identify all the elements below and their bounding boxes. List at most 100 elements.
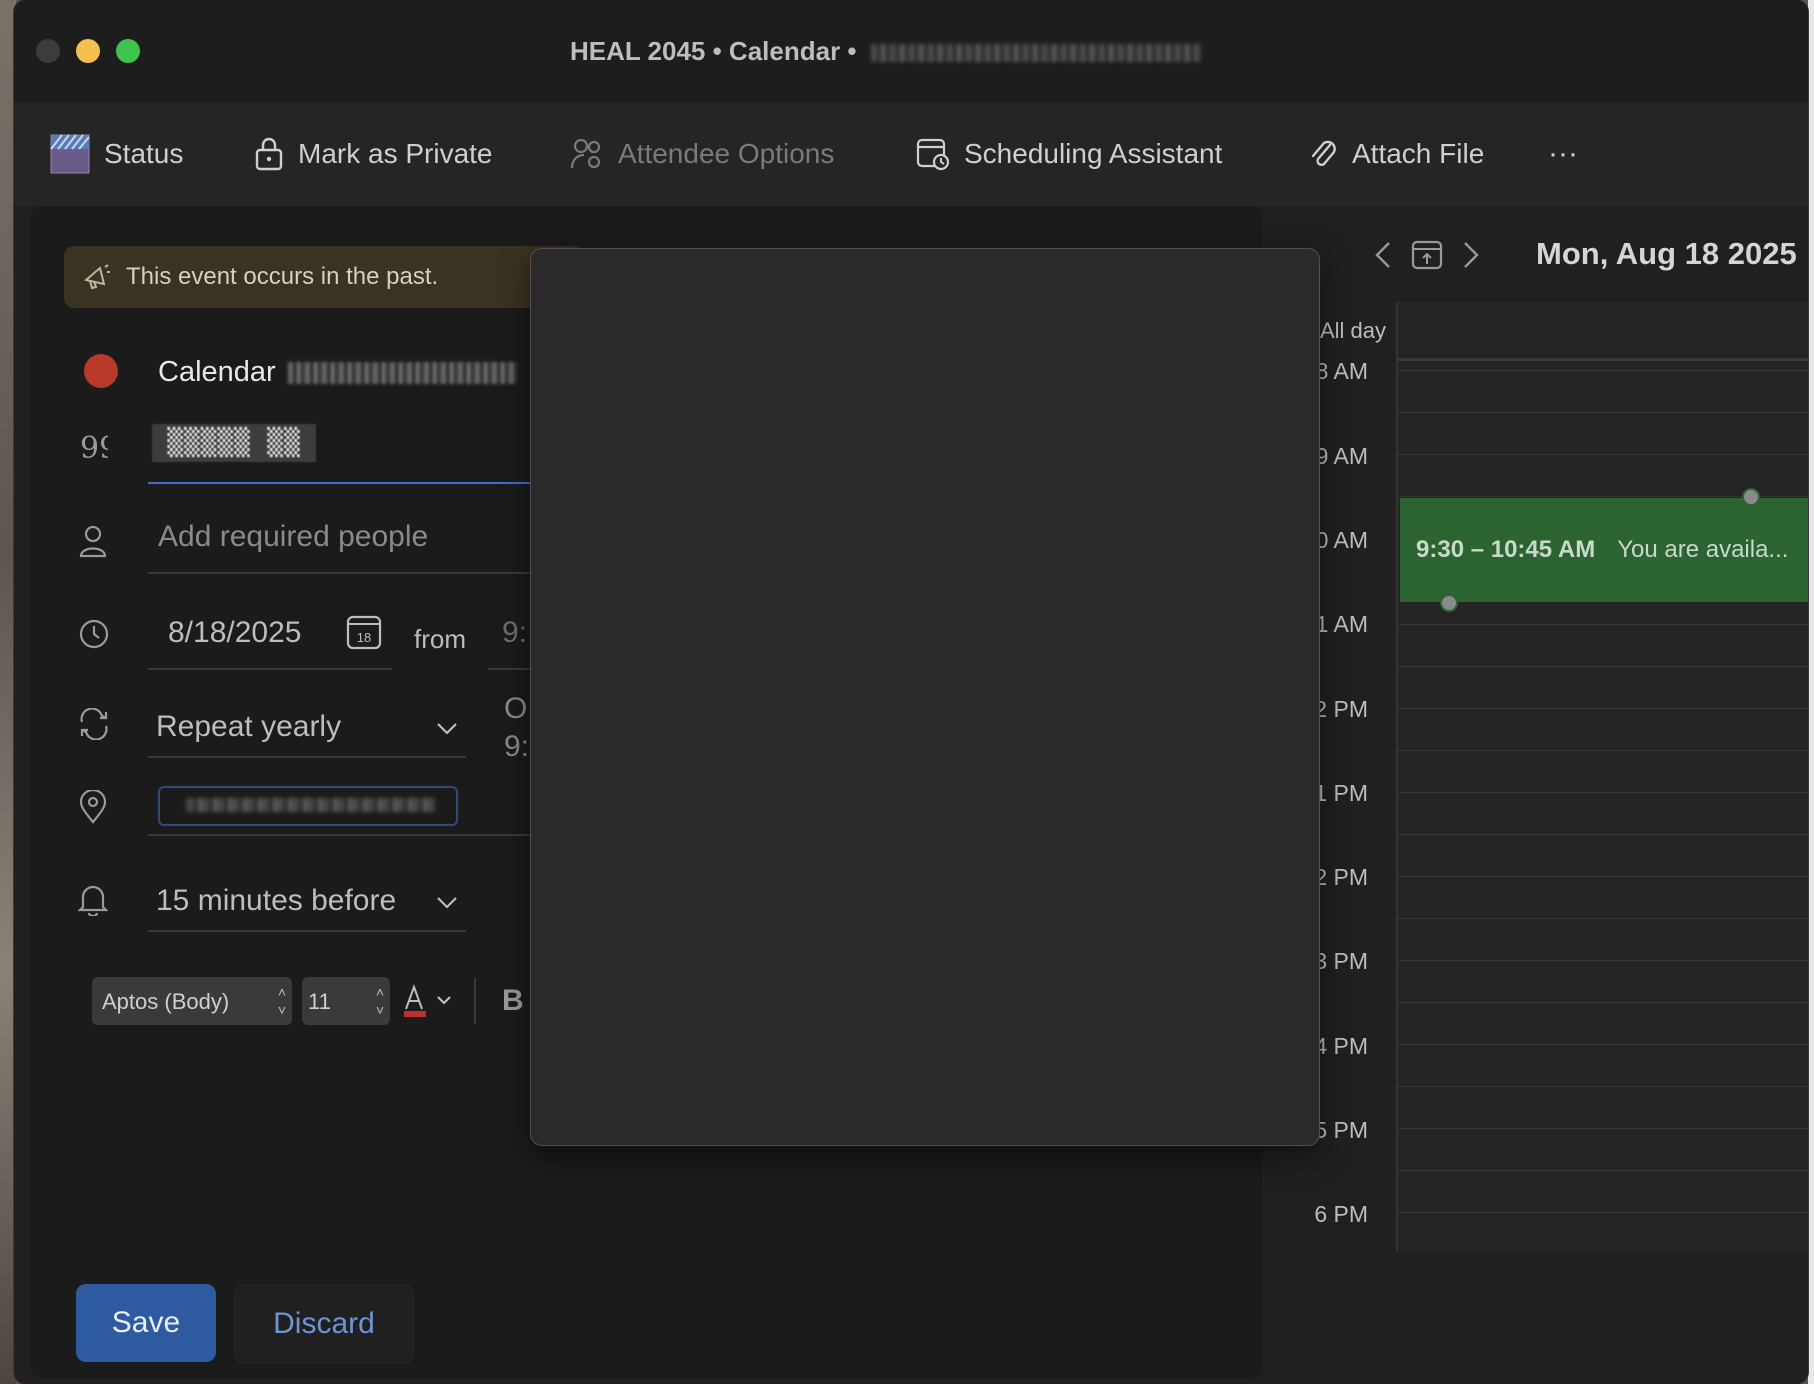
hour-line [1398, 1212, 1808, 1213]
attach-file-label: Attach File [1352, 138, 1485, 169]
title-bar: HEAL 2045 • Calendar • [14, 0, 1808, 102]
hour-line [1398, 1044, 1808, 1045]
hour-label: 9 AM [1315, 443, 1368, 469]
bell-icon [78, 885, 108, 916]
day-grid-divider [1396, 302, 1398, 1252]
hour-label: 4 PM [1314, 1033, 1368, 1059]
day-grid[interactable] [1396, 302, 1808, 1252]
event-title-input[interactable]: ▒▒▒▒▒ ▒▒ [148, 414, 568, 484]
clock-icon [79, 619, 109, 649]
attendee-settings-icon [570, 138, 601, 169]
more-options-label: ··· [1548, 137, 1578, 170]
event-resize-handle-bottom[interactable] [1440, 594, 1458, 612]
location-underline [148, 834, 568, 836]
location-input[interactable] [158, 786, 458, 826]
attendee-options-label: Attendee Options [618, 138, 835, 169]
event-block[interactable]: 9:30 – 10:45 AM You are availa... [1400, 498, 1808, 602]
more-options-button[interactable]: ··· [1548, 132, 1578, 176]
location-pin-icon [79, 790, 107, 824]
mark-private-button[interactable]: Mark as Private [254, 132, 493, 176]
maximize-window-button[interactable] [116, 39, 140, 63]
repeat-value: Repeat yearly [156, 710, 342, 743]
half-hour-line [1398, 1086, 1808, 1087]
event-label: You are availa... [1617, 536, 1789, 563]
calendar-label: Calendar [158, 356, 276, 388]
required-people-input[interactable]: Add required people [148, 512, 568, 574]
window-title: HEAL 2045 • Calendar • [570, 36, 1201, 67]
from-label: from [414, 624, 466, 654]
all-day-label: All day [1320, 318, 1387, 343]
chevron-down-icon [437, 897, 457, 909]
hour-label: 6 PM [1314, 1201, 1368, 1227]
format-toolbar: Aptos (Body) ˄ ˅ 11 ˄ ˅ B [92, 976, 524, 1026]
font-size-value: 11 [308, 989, 331, 1014]
attach-file-button[interactable]: Attach File [1308, 132, 1484, 176]
paperclip-icon [1311, 140, 1336, 167]
calendar-icon-day: 18 [357, 630, 371, 645]
hour-line [1398, 960, 1808, 961]
calendar-clock-icon [916, 138, 950, 171]
start-date-value: 8/18/2025 [168, 616, 302, 649]
toolbar: Status Mark as Private Attendee Options [14, 102, 1808, 206]
hour-label: 1 PM [1314, 780, 1368, 806]
format-divider [474, 978, 476, 1024]
start-date-input[interactable]: 8/18/2025 18 [148, 604, 392, 670]
event-time: 9:30 – 10:45 AM [1416, 536, 1596, 563]
hour-label: 2 PM [1314, 864, 1368, 890]
desktop-background-right [1808, 0, 1814, 1384]
hour-line [1398, 792, 1808, 793]
chevron-right-icon[interactable] [1460, 240, 1482, 270]
person-icon [79, 525, 107, 558]
repeat-dropdown[interactable]: Repeat yearly [148, 696, 466, 758]
repeat-summary: O 9: [504, 690, 529, 766]
hour-line [1398, 708, 1808, 709]
font-size-select[interactable]: 11 ˄ ˅ [302, 977, 390, 1025]
today-icon[interactable] [1410, 238, 1444, 272]
people-placeholder: Add required people [158, 520, 429, 553]
popup-panel[interactable] [530, 248, 1320, 1146]
repeat-summary-line-2: 9: [504, 730, 530, 763]
reminder-value: 15 minutes before [156, 884, 397, 917]
quote-icon: 99 [80, 432, 108, 462]
repeat-summary-line-1: O [504, 692, 528, 725]
scheduling-assistant-label: Scheduling Assistant [964, 138, 1223, 169]
half-hour-line [1398, 666, 1808, 667]
scheduling-assistant-button[interactable]: Scheduling Assistant [916, 132, 1222, 176]
all-day-separator [1398, 358, 1808, 361]
half-hour-line [1398, 918, 1808, 919]
hour-line [1398, 1128, 1808, 1129]
hour-label: 3 PM [1314, 948, 1368, 974]
chevron-left-icon[interactable] [1372, 240, 1394, 270]
reminder-dropdown[interactable]: 15 minutes before [148, 870, 466, 932]
day-navigation [1372, 238, 1482, 272]
hour-line [1398, 454, 1808, 455]
calendar-picker-icon[interactable]: 18 [346, 614, 382, 650]
event-resize-handle-top[interactable] [1742, 488, 1760, 506]
font-family-value: Aptos (Body) [102, 989, 230, 1014]
attendee-options-button[interactable]: Attendee Options [570, 132, 834, 176]
font-color-button[interactable] [400, 977, 456, 1025]
save-button[interactable]: Save [76, 1284, 216, 1362]
calendar-picker[interactable]: Calendar [158, 356, 518, 389]
redacted-calendar-name [287, 362, 518, 385]
svg-text:99: 99 [80, 432, 108, 462]
font-family-select[interactable]: Aptos (Body) ˄ ˅ [92, 977, 292, 1025]
hour-line [1398, 624, 1808, 625]
hour-line [1398, 876, 1808, 877]
half-hour-line [1398, 1002, 1808, 1003]
past-event-banner: This event occurs in the past. [64, 246, 584, 308]
lock-icon [255, 137, 283, 171]
past-event-text: This event occurs in the past. [126, 263, 439, 290]
status-button[interactable]: Status [50, 132, 183, 176]
minimize-window-button[interactable] [76, 39, 100, 63]
chevron-down-icon [437, 723, 457, 735]
calendar-color-dot[interactable] [84, 354, 118, 388]
megaphone-icon [83, 264, 110, 290]
discard-button[interactable]: Discard [234, 1284, 414, 1364]
bold-button[interactable]: B [502, 984, 524, 1018]
half-hour-line [1398, 750, 1808, 751]
mark-private-label: Mark as Private [298, 138, 493, 169]
font-stepper-icon: ˄ ˅ [277, 984, 286, 1018]
half-hour-line [1398, 412, 1808, 413]
close-window-button[interactable] [36, 39, 60, 63]
